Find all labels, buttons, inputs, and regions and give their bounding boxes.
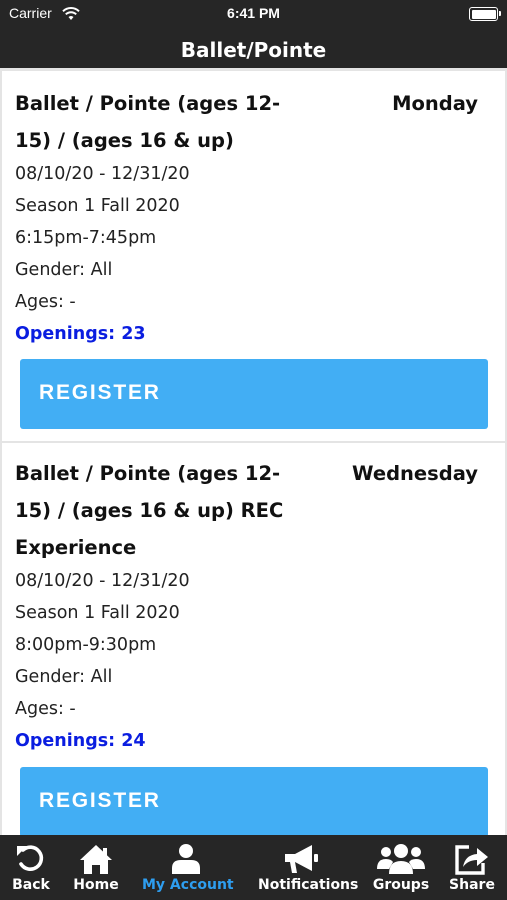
tab-groups[interactable]: Groups bbox=[373, 835, 429, 900]
tab-notifications[interactable]: Notifications bbox=[258, 835, 358, 900]
class-gender: Gender: All bbox=[15, 260, 113, 280]
class-card: Ballet / Pointe (ages 12-15) / (ages 16 … bbox=[2, 71, 505, 441]
class-ages: Ages: - bbox=[15, 699, 76, 719]
tab-my-account[interactable]: My Account bbox=[142, 835, 234, 900]
tab-bar: Back Home My Account Notifications Group… bbox=[0, 835, 507, 900]
class-season: Season 1 Fall 2020 bbox=[15, 603, 180, 623]
class-openings: Openings: 23 bbox=[15, 324, 146, 344]
register-button-label: REGISTER bbox=[39, 381, 161, 404]
tab-label: Home bbox=[73, 877, 119, 893]
class-title: Ballet / Pointe (ages 12-15) / (ages 16 … bbox=[15, 462, 284, 559]
register-button[interactable]: REGISTER bbox=[20, 767, 488, 835]
back-arrow-icon bbox=[17, 845, 44, 871]
group-icon bbox=[377, 844, 425, 874]
page-title: Ballet/Pointe bbox=[180, 38, 327, 62]
register-button-label: REGISTER bbox=[39, 789, 161, 812]
class-time: 8:00pm-9:30pm bbox=[15, 635, 157, 655]
class-title: Ballet / Pointe (ages 12-15) / (ages 16 … bbox=[15, 92, 281, 152]
tab-home[interactable]: Home bbox=[73, 835, 119, 900]
tab-label: My Account bbox=[142, 877, 234, 893]
tab-share[interactable]: Share bbox=[449, 835, 495, 900]
class-season: Season 1 Fall 2020 bbox=[15, 196, 180, 216]
tab-back[interactable]: Back bbox=[11, 835, 51, 900]
navigation-bar: Ballet/Pointe bbox=[0, 28, 507, 68]
class-list[interactable]: Ballet / Pointe (ages 12-15) / (ages 16 … bbox=[0, 68, 507, 835]
class-time: 6:15pm-7:45pm bbox=[15, 228, 157, 248]
class-details: 08/10/20 - 12/31/20 Season 1 Fall 2020 8… bbox=[15, 565, 190, 757]
class-details: 08/10/20 - 12/31/20 Season 1 Fall 2020 6… bbox=[15, 158, 190, 350]
tab-label: Notifications bbox=[258, 877, 359, 893]
user-icon bbox=[172, 844, 200, 874]
class-openings: Openings: 24 bbox=[15, 731, 146, 751]
class-day: Monday bbox=[392, 92, 478, 115]
class-dates: 08/10/20 - 12/31/20 bbox=[15, 164, 190, 184]
tab-label: Share bbox=[449, 877, 495, 893]
megaphone-icon bbox=[285, 845, 318, 873]
home-icon bbox=[80, 845, 112, 874]
status-time: 6:41 PM bbox=[227, 5, 280, 21]
share-icon bbox=[455, 845, 488, 875]
battery-icon bbox=[469, 7, 501, 21]
class-dates: 08/10/20 - 12/31/20 bbox=[15, 571, 190, 591]
class-ages: Ages: - bbox=[15, 292, 76, 312]
class-day: Wednesday bbox=[352, 462, 478, 485]
status-bar: Carrier 6:41 PM bbox=[0, 0, 507, 28]
register-button[interactable]: REGISTER bbox=[20, 359, 488, 429]
class-gender: Gender: All bbox=[15, 667, 113, 687]
class-card: Ballet / Pointe (ages 12-15) / (ages 16 … bbox=[2, 443, 505, 835]
